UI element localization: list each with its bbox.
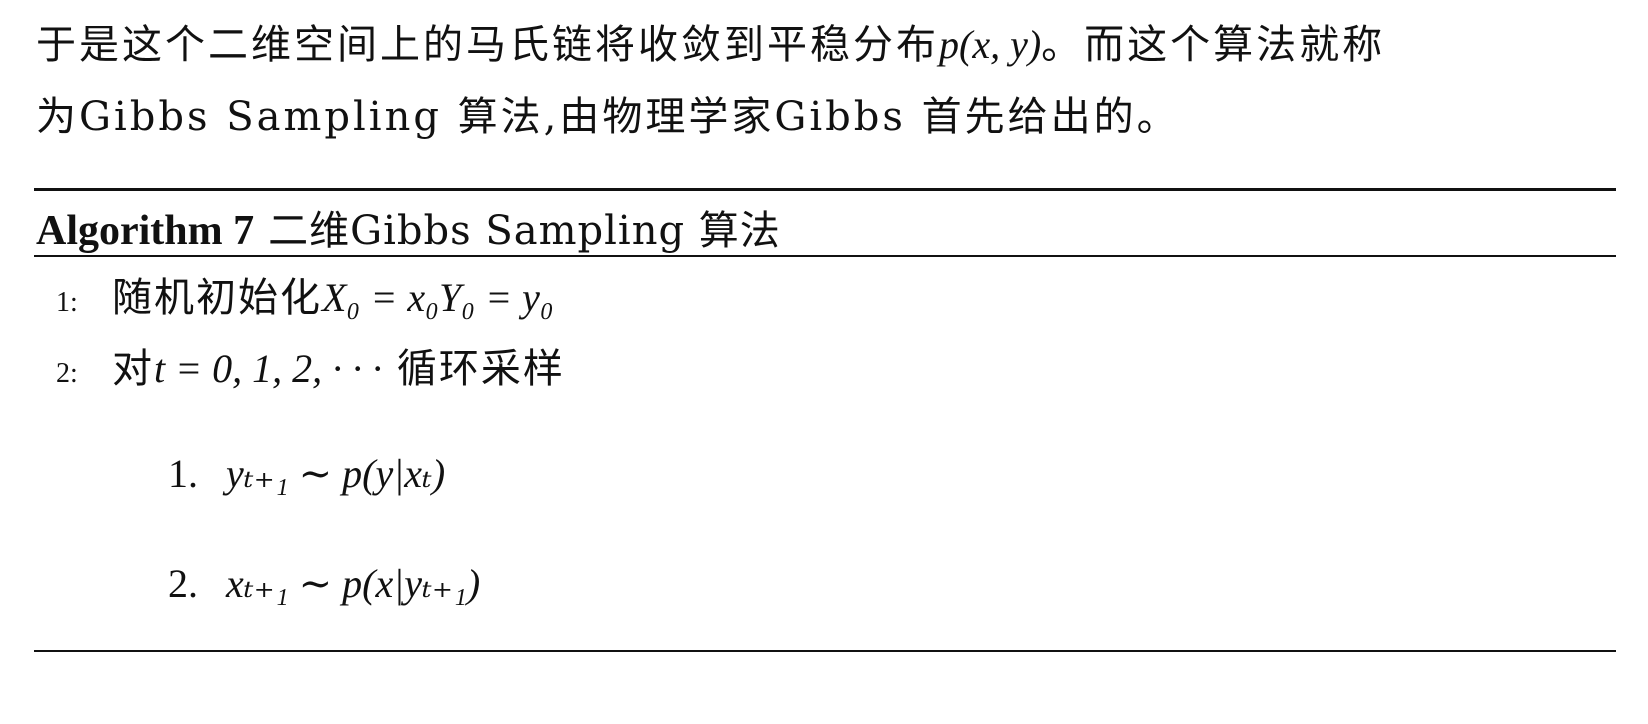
- algorithm-top-rule: [34, 188, 1616, 191]
- substep-formula: yₜ₊₁ ∼ p(y|xₜ): [226, 451, 446, 496]
- substep-formula: xₜ₊₁ ∼ p(x|yₜ₊₁): [226, 561, 481, 606]
- step-formula: X₀ = x₀Y₀ = y₀: [322, 275, 554, 320]
- distribution-formula: p(x, y): [939, 22, 1042, 67]
- algorithm-substep-1: 1. yₜ₊₁ ∼ p(y|xₜ): [168, 450, 445, 497]
- algorithm-header-rule: [34, 255, 1616, 257]
- step-text: 随机初始化: [112, 275, 322, 321]
- paragraph-line-2: 为Gibbs Sampling 算法,由物理学家Gibbs 首先给出的。: [36, 94, 1180, 140]
- step-number: 2:: [56, 358, 78, 389]
- step-number: 1:: [56, 287, 78, 318]
- algorithm-substep-2: 2. xₜ₊₁ ∼ p(x|yₜ₊₁): [168, 560, 480, 607]
- paragraph-line-1: 于是这个二维空间上的马氏链将收敛到平稳分布p(x, y)。而这个算法就称: [36, 12, 1616, 70]
- paragraph-text: 于是这个二维空间上的马氏链将收敛到平稳分布: [36, 22, 939, 68]
- step-text-tail: 循环采样: [382, 346, 565, 392]
- algorithm-bottom-rule: [34, 650, 1616, 652]
- paragraph-text-tail: 。而这个算法就称: [1041, 22, 1386, 68]
- step-text: 对: [112, 346, 154, 392]
- algorithm-title: 二维Gibbs Sampling 算法: [268, 208, 781, 254]
- substep-number: 2.: [168, 561, 198, 606]
- step-formula: t = 0, 1, 2, · · ·: [154, 346, 383, 391]
- algorithm-caption: Algorithm 7 二维Gibbs Sampling 算法: [36, 198, 781, 256]
- substep-number: 1.: [168, 451, 198, 496]
- algorithm-step-1: 1: 随机初始化X₀ = x₀Y₀ = y₀: [56, 265, 554, 323]
- algorithm-step-2: 2: 对t = 0, 1, 2, · · · 循环采样: [56, 336, 565, 394]
- algorithm-label: Algorithm 7: [36, 208, 255, 254]
